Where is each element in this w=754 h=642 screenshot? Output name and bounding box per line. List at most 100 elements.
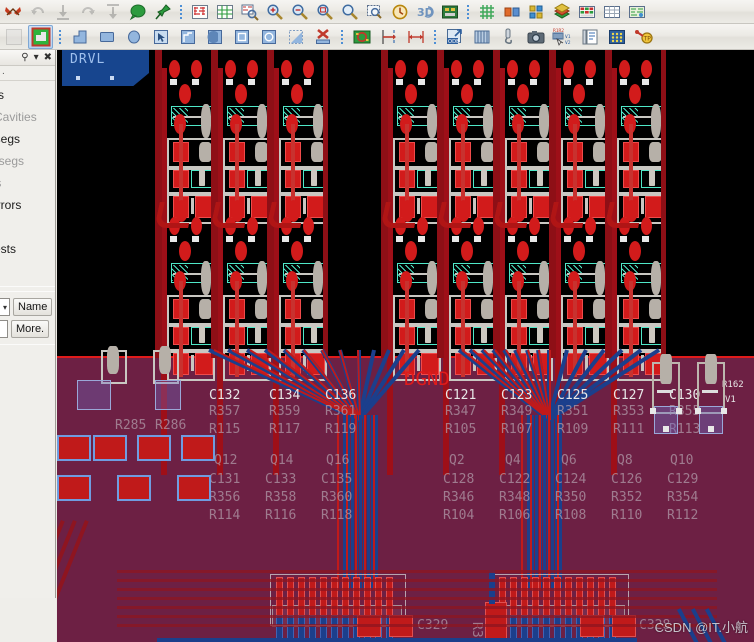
undo-redo-arrows-icon[interactable]	[1, 1, 24, 23]
pad-small	[192, 79, 199, 85]
close-icon[interactable]: ✖	[44, 52, 52, 63]
via-pad	[529, 217, 540, 235]
polygon-icon[interactable]	[67, 25, 92, 49]
measure-span-icon[interactable]	[403, 25, 428, 49]
via-pad	[169, 60, 180, 78]
mounting-pad	[595, 104, 605, 138]
board-view-icon[interactable]	[188, 1, 211, 23]
shape-blank-icon[interactable]	[1, 25, 26, 49]
visibility-item-ratsnests[interactable]: tsnests	[0, 238, 55, 260]
via-area	[77, 380, 111, 410]
zoom-previous-icon[interactable]	[363, 1, 386, 23]
mounting-pad	[660, 354, 672, 384]
via-pad	[517, 84, 529, 104]
mounting-pad	[257, 104, 267, 138]
toolbar-grip[interactable]	[178, 2, 185, 21]
undo-icon[interactable]	[26, 1, 49, 23]
zoom-selection-icon[interactable]	[338, 1, 361, 23]
matrix-icon[interactable]	[604, 25, 629, 49]
probe-icon[interactable]	[496, 25, 521, 49]
layer-select-combo[interactable]: ▾	[0, 298, 10, 316]
grid-toggle-icon[interactable]	[475, 1, 498, 23]
camera-icon[interactable]	[523, 25, 548, 49]
visibility-item-drc-errors[interactable]: C errors	[0, 194, 55, 216]
green-balloon-icon[interactable]	[126, 1, 149, 23]
via-pad	[573, 84, 585, 104]
select-shape-icon[interactable]	[148, 25, 173, 49]
component-designator: R348	[499, 490, 531, 505]
visibility-item-net-ts[interactable]: t Ts	[0, 260, 55, 282]
download-icon[interactable]	[51, 1, 74, 23]
zoom-fit-icon[interactable]	[313, 1, 336, 23]
via-pad	[641, 217, 652, 235]
delete-shape-icon[interactable]	[310, 25, 335, 49]
more-button[interactable]: More.	[11, 320, 50, 338]
toolbar-grip-draw[interactable]	[57, 27, 64, 46]
board-3d-icon[interactable]	[438, 1, 461, 23]
testpoint-icon[interactable]: TP	[631, 25, 656, 49]
odb-export-icon[interactable]: ODB	[442, 25, 467, 49]
smd-pad	[181, 435, 215, 461]
pad-small	[721, 408, 727, 414]
pin-icon[interactable]: ⚲	[21, 52, 28, 63]
stackup-icon[interactable]	[550, 1, 573, 23]
arc-icon[interactable]	[202, 25, 227, 49]
visibility-item-text[interactable]: xt	[0, 216, 55, 238]
layer-stack-icon[interactable]	[469, 25, 494, 49]
spreadsheet-icon[interactable]	[600, 1, 623, 23]
bus-trace	[157, 638, 637, 642]
color-layers-icon[interactable]	[525, 1, 548, 23]
toolbar-group-measure	[348, 24, 429, 49]
visibility-item-line-segs[interactable]: ne segs	[0, 128, 55, 150]
net-probe-icon[interactable]: R1R2 V1 V2	[550, 25, 575, 49]
board-outline-icon[interactable]	[349, 25, 374, 49]
pcb-canvas[interactable]: DRVL C132 C134 C136 C121 C123 C125 C127 C130 R35…	[57, 50, 754, 642]
pad-small	[676, 408, 682, 414]
pad-small	[530, 236, 537, 242]
filter-input[interactable]	[0, 320, 8, 338]
visibility-item-shapes[interactable]: apes	[0, 84, 55, 106]
visibility-item-pads-cavities[interactable]: ds/Cavities	[0, 106, 55, 128]
shape-layers-icon[interactable]	[175, 25, 200, 49]
zoom-in-icon[interactable]	[263, 1, 286, 23]
circle-icon[interactable]	[121, 25, 146, 49]
redo-icon[interactable]	[76, 1, 99, 23]
smd-pad-gray	[255, 170, 261, 186]
toolbar-grip-display[interactable]	[465, 2, 472, 21]
refresh-clock-icon[interactable]	[388, 1, 411, 23]
upload-icon[interactable]	[101, 1, 124, 23]
smd-pad-gray	[649, 170, 655, 186]
gradient-shape-icon[interactable]	[283, 25, 308, 49]
via-pad	[517, 241, 529, 261]
via-pad	[573, 241, 585, 261]
measure-edge-icon[interactable]	[376, 25, 401, 49]
report-icon[interactable]	[577, 25, 602, 49]
layer-tab-drvl[interactable]: DRVL	[62, 50, 149, 86]
toolbar-group-view: 3D	[187, 0, 462, 23]
square-outline-icon[interactable]	[229, 25, 254, 49]
rectangle-icon[interactable]	[94, 25, 119, 49]
chevron-down-icon[interactable]: ▾	[34, 52, 39, 63]
layer-pair-icon[interactable]	[500, 1, 523, 23]
pad-small	[304, 236, 311, 242]
zoom-window-icon[interactable]	[238, 1, 261, 23]
layer-table-icon[interactable]	[575, 1, 598, 23]
zoom-out-icon[interactable]	[288, 1, 311, 23]
pad-small	[170, 79, 177, 85]
layer-map-icon[interactable]	[625, 1, 648, 23]
plane-trace	[117, 615, 717, 618]
pad-small	[396, 79, 403, 85]
toolbar-grip-measure[interactable]	[339, 27, 346, 46]
bus-trunk	[543, 415, 546, 590]
visibility-item-other-segs[interactable]: her segs	[0, 150, 55, 172]
name-button[interactable]: Name	[13, 298, 53, 316]
visibility-item-figures[interactable]: ures	[0, 172, 55, 194]
toolbar-grip-export[interactable]	[432, 27, 439, 46]
green-pin-icon[interactable]	[151, 1, 174, 23]
grid-view-icon[interactable]	[213, 1, 236, 23]
shape-active-icon[interactable]	[28, 24, 53, 49]
via-pad	[629, 241, 641, 261]
svg-text:V2: V2	[565, 40, 571, 46]
3d-view-icon[interactable]: 3D	[413, 1, 436, 23]
circle-outline-icon[interactable]	[256, 25, 281, 49]
